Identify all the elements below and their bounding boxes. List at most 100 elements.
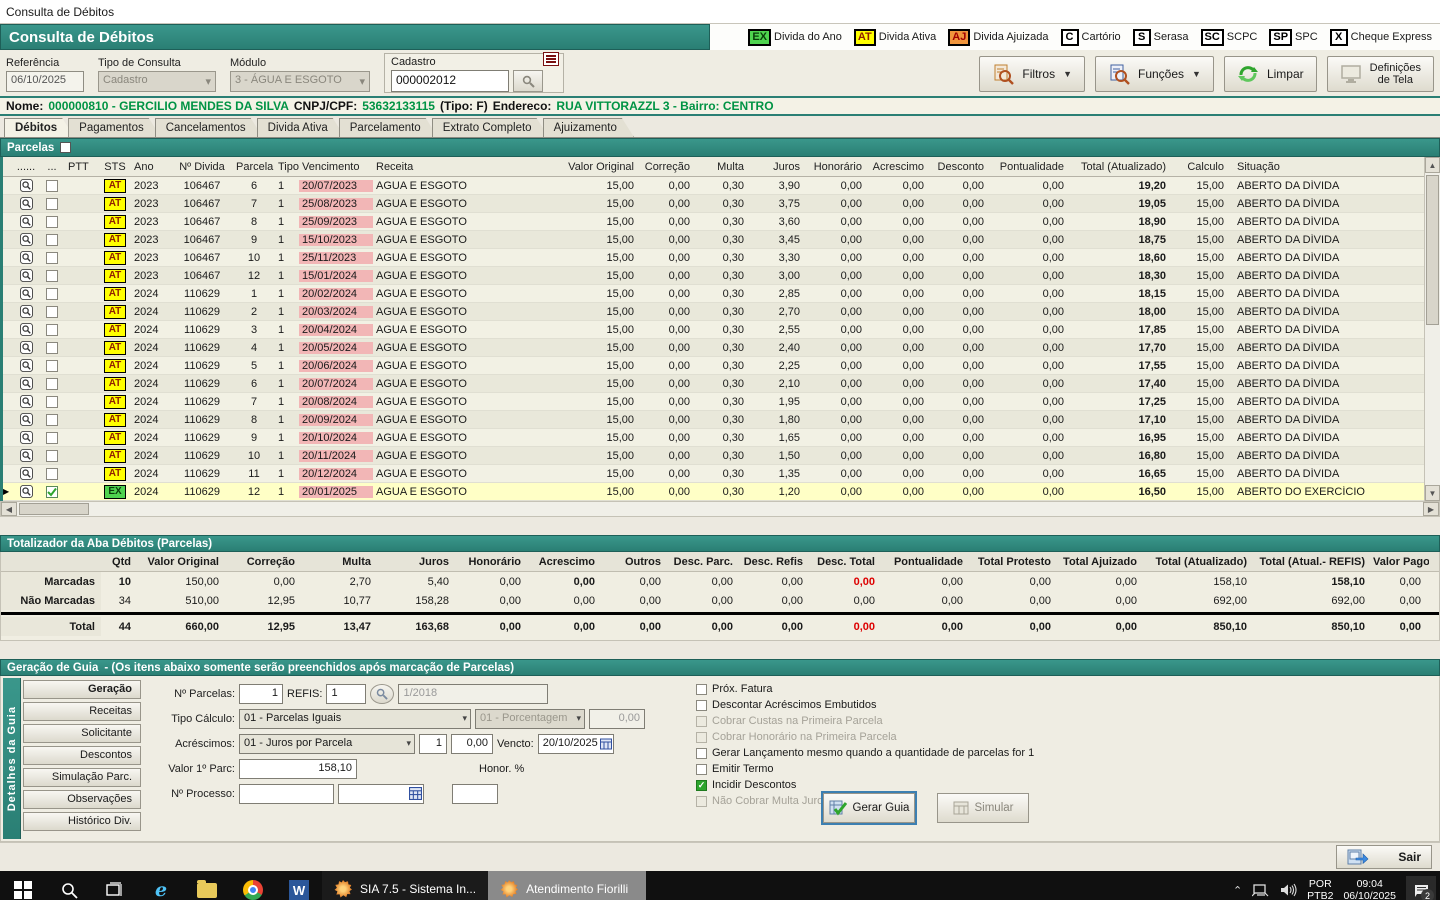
row-detail-button[interactable] bbox=[13, 269, 39, 282]
tray-expand-icon[interactable]: ⌃ bbox=[1233, 884, 1242, 897]
column-header[interactable]: Multa bbox=[693, 161, 747, 173]
row-checkbox[interactable] bbox=[46, 288, 58, 300]
clock[interactable]: 09:0406/10/2025 bbox=[1343, 878, 1396, 900]
network-icon[interactable] bbox=[1252, 883, 1270, 897]
row-checkbox[interactable] bbox=[46, 450, 58, 462]
column-header[interactable]: Nº Divida bbox=[171, 161, 233, 173]
row-detail-button[interactable] bbox=[13, 341, 39, 354]
column-header[interactable]: PTT bbox=[65, 161, 99, 173]
acrescimos-select[interactable]: 01 - Juros por Parcela bbox=[239, 734, 415, 754]
column-header[interactable]: ... bbox=[39, 161, 65, 173]
processo-input[interactable] bbox=[239, 784, 334, 804]
option-checkbox[interactable] bbox=[696, 732, 707, 743]
modulo-select[interactable]: 3 - ÁGUA E ESGOTO bbox=[230, 71, 370, 92]
table-row[interactable]: AT 2024 110629 4 1 20/05/2024 AGUA E ESG… bbox=[3, 339, 1424, 357]
nav-observa-es[interactable]: Observações bbox=[23, 790, 141, 809]
column-header[interactable]: Juros bbox=[747, 161, 803, 173]
scroll-up-icon[interactable]: ▲ bbox=[1425, 157, 1440, 173]
table-row[interactable]: AT 2023 106467 6 1 20/07/2023 AGUA E ESG… bbox=[3, 177, 1424, 195]
refis-input[interactable]: 1 bbox=[326, 684, 366, 704]
referencia-input[interactable]: 06/10/2025 bbox=[6, 71, 84, 92]
column-header[interactable]: Correção bbox=[637, 161, 693, 173]
table-row[interactable]: AT 2024 110629 3 1 20/04/2024 AGUA E ESG… bbox=[3, 321, 1424, 339]
vencto-input[interactable]: 20/10/2025 bbox=[538, 734, 614, 754]
vertical-scrollbar[interactable]: ▲ ▼ bbox=[1424, 157, 1440, 501]
detalhes-guia-vertical-tab[interactable]: Detalhes da Guia bbox=[3, 678, 21, 839]
table-row[interactable]: AT 2024 110629 2 1 20/03/2024 AGUA E ESG… bbox=[3, 303, 1424, 321]
table-row[interactable]: AT 2023 106467 7 1 25/08/2023 AGUA E ESG… bbox=[3, 195, 1424, 213]
table-row[interactable]: AT 2024 110629 1 1 20/02/2024 AGUA E ESG… bbox=[3, 285, 1424, 303]
row-detail-button[interactable] bbox=[13, 359, 39, 372]
speaker-icon[interactable] bbox=[1280, 883, 1297, 897]
row-checkbox[interactable] bbox=[46, 198, 58, 210]
calendar-icon[interactable] bbox=[600, 738, 612, 750]
tab-parcelamento[interactable]: Parcelamento bbox=[339, 118, 438, 137]
column-header[interactable]: Valor Original bbox=[541, 161, 637, 173]
column-header[interactable]: Ano bbox=[131, 161, 171, 173]
row-detail-button[interactable] bbox=[13, 485, 39, 498]
scroll-down-icon[interactable]: ▼ bbox=[1425, 485, 1440, 501]
row-detail-button[interactable] bbox=[13, 287, 39, 300]
taskbar-word-button[interactable]: W bbox=[276, 871, 322, 900]
column-header[interactable]: Situação bbox=[1227, 161, 1424, 173]
option-checkbox[interactable] bbox=[696, 764, 707, 775]
n-parcelas-input[interactable]: 1 bbox=[239, 684, 283, 704]
nav-hist-rico-div-[interactable]: Histórico Div. bbox=[23, 812, 141, 831]
nav-descontos[interactable]: Descontos bbox=[23, 746, 141, 765]
table-row[interactable]: AT 2024 110629 9 1 20/10/2024 AGUA E ESG… bbox=[3, 429, 1424, 447]
row-checkbox[interactable] bbox=[46, 234, 58, 246]
table-row[interactable]: AT 2024 110629 10 1 20/11/2024 AGUA E ES… bbox=[3, 447, 1424, 465]
start-button[interactable] bbox=[0, 871, 46, 900]
column-header[interactable]: Desconto bbox=[927, 161, 987, 173]
column-header[interactable]: Parcela bbox=[233, 161, 275, 173]
column-header[interactable]: Acrescimo bbox=[865, 161, 927, 173]
nav-gera-o[interactable]: Geração bbox=[23, 680, 141, 699]
calculator-icon[interactable] bbox=[409, 787, 422, 800]
language-indicator[interactable]: PORPTB2 bbox=[1307, 878, 1333, 900]
horizontal-scrollbar[interactable]: ◀ ▶ bbox=[0, 501, 1440, 517]
tab-divida-ativa[interactable]: Divida Ativa bbox=[257, 118, 345, 137]
table-row[interactable]: AT 2023 106467 12 1 15/01/2024 AGUA E ES… bbox=[3, 267, 1424, 285]
parcelas-checkbox[interactable] bbox=[60, 142, 71, 153]
task-view-button[interactable] bbox=[92, 871, 138, 900]
tab-extrato-completo[interactable]: Extrato Completo bbox=[432, 118, 549, 137]
sair-button[interactable]: Sair bbox=[1336, 845, 1432, 869]
row-checkbox[interactable] bbox=[46, 396, 58, 408]
row-checkbox[interactable] bbox=[46, 468, 58, 480]
row-checkbox[interactable] bbox=[46, 270, 58, 282]
taskbar-app-button[interactable]: SIA 7.5 - Sistema In... bbox=[322, 871, 488, 900]
row-detail-button[interactable] bbox=[13, 179, 39, 192]
option-checkbox[interactable] bbox=[696, 700, 707, 711]
table-row[interactable]: AT 2024 110629 6 1 20/07/2024 AGUA E ESG… bbox=[3, 375, 1424, 393]
table-row[interactable]: AT 2024 110629 8 1 20/09/2024 AGUA E ESG… bbox=[3, 411, 1424, 429]
row-checkbox[interactable] bbox=[46, 216, 58, 228]
tab-ajuizamento[interactable]: Ajuizamento bbox=[543, 118, 634, 137]
tipo-calculo-select[interactable]: 01 - Parcelas Iguais bbox=[239, 709, 471, 729]
row-checkbox[interactable] bbox=[46, 306, 58, 318]
column-header[interactable]: STS bbox=[99, 161, 131, 173]
taskbar-ie-button[interactable]: e bbox=[138, 871, 184, 900]
taskbar-explorer-button[interactable] bbox=[184, 871, 230, 900]
table-row[interactable]: AT 2023 106467 10 1 25/11/2023 AGUA E ES… bbox=[3, 249, 1424, 267]
acrescimo-valor-input[interactable]: 0,00 bbox=[451, 734, 493, 754]
gerar-guia-button[interactable]: Gerar Guia bbox=[823, 793, 915, 823]
simular-button[interactable]: Simular bbox=[937, 793, 1029, 823]
tab-cancelamentos[interactable]: Cancelamentos bbox=[155, 118, 263, 137]
row-detail-button[interactable] bbox=[13, 305, 39, 318]
row-detail-button[interactable] bbox=[13, 467, 39, 480]
option-checkbox[interactable] bbox=[696, 796, 707, 807]
row-detail-button[interactable] bbox=[13, 413, 39, 426]
scroll-left-icon[interactable]: ◀ bbox=[1, 502, 17, 516]
row-checkbox[interactable] bbox=[46, 252, 58, 264]
tipo-consulta-select[interactable]: Cadastro bbox=[98, 71, 216, 92]
column-header[interactable]: Receita bbox=[373, 161, 541, 173]
valor-parc-input[interactable]: 158,10 bbox=[239, 759, 357, 779]
nav-simula-o-parc-[interactable]: Simulação Parc. bbox=[23, 768, 141, 787]
row-detail-button[interactable] bbox=[13, 233, 39, 246]
option-checkbox[interactable] bbox=[696, 716, 707, 727]
table-row[interactable]: AT 2024 110629 11 1 20/12/2024 AGUA E ES… bbox=[3, 465, 1424, 483]
table-row[interactable]: AT 2023 106467 9 1 15/10/2023 AGUA E ESG… bbox=[3, 231, 1424, 249]
hscroll-thumb[interactable] bbox=[19, 503, 89, 515]
table-row[interactable]: AT 2024 110629 5 1 20/06/2024 AGUA E ESG… bbox=[3, 357, 1424, 375]
option-checkbox[interactable]: ✓ bbox=[696, 780, 707, 791]
